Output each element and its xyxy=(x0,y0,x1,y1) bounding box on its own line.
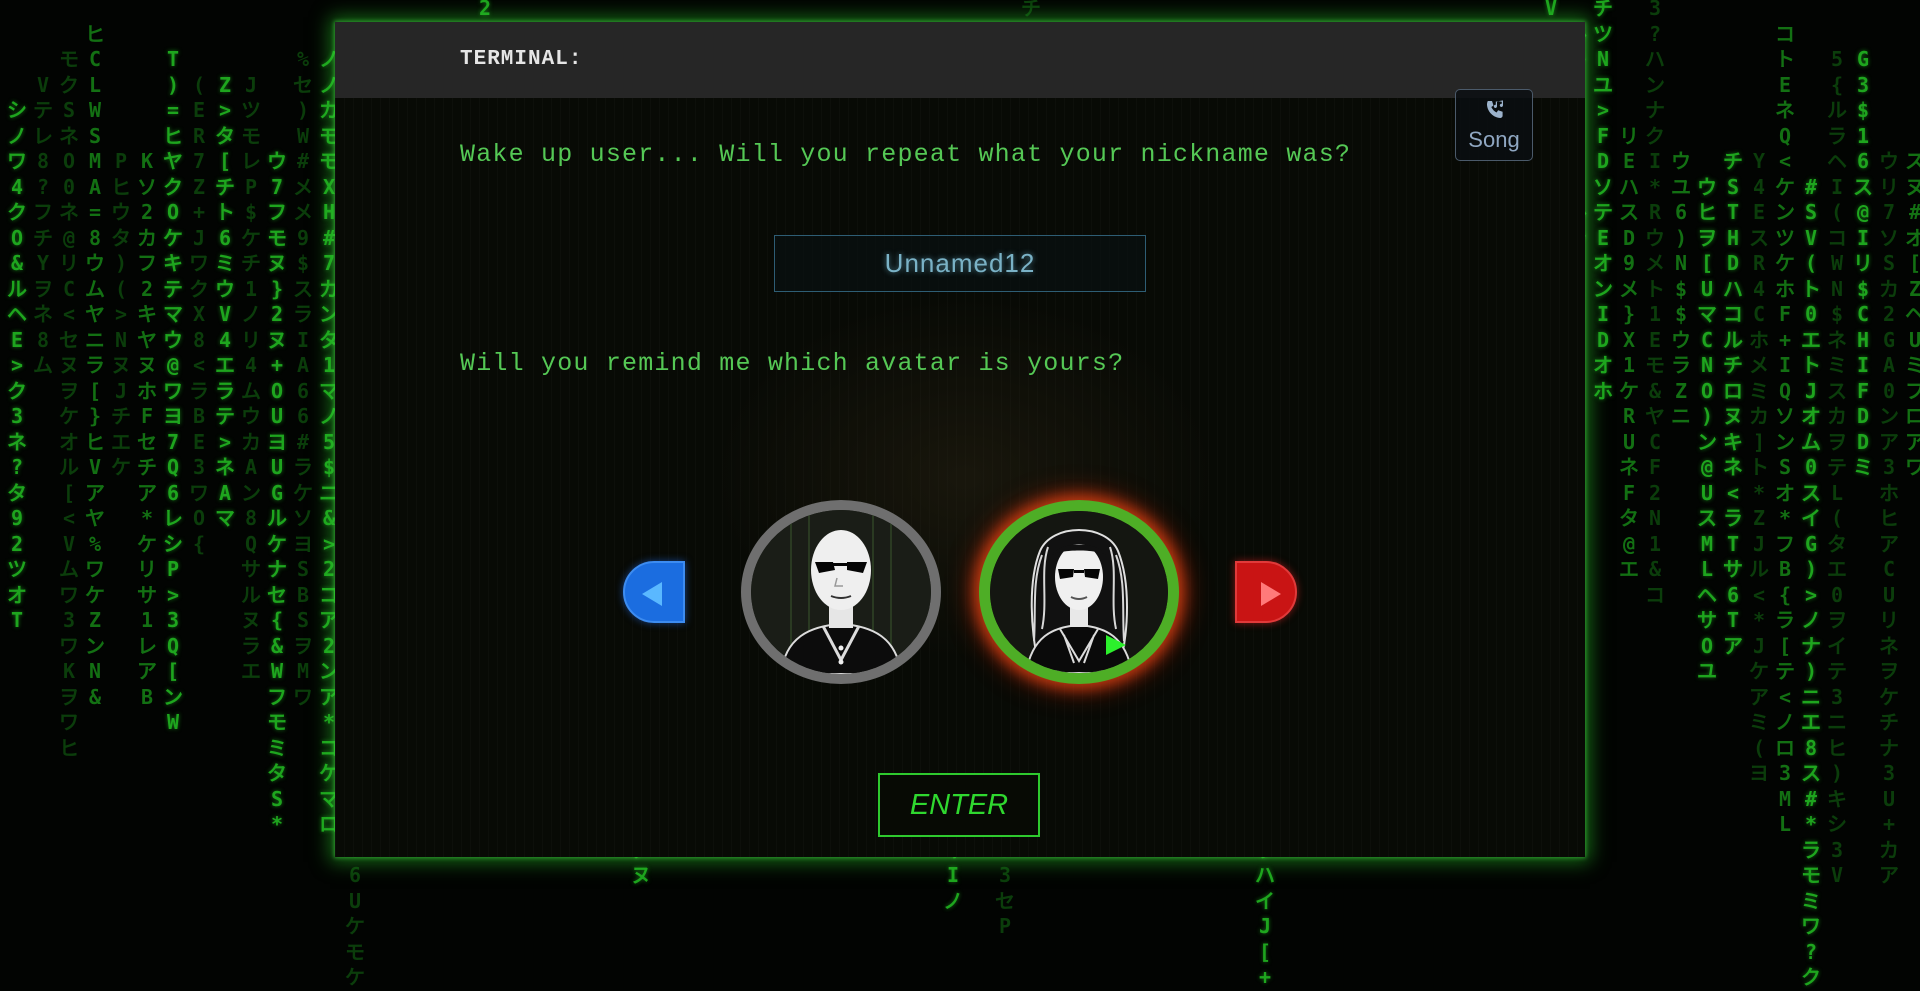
avatar-option-male[interactable] xyxy=(741,500,941,684)
song-button-label: Song xyxy=(1468,127,1520,152)
female-avatar-image xyxy=(990,511,1168,673)
terminal-window: TERMINAL: Song Wake up user... Will you … xyxy=(335,22,1585,857)
next-avatar-button[interactable] xyxy=(1235,561,1297,623)
phone-music-icon xyxy=(1487,100,1504,118)
arrow-left-icon xyxy=(642,582,662,606)
prev-avatar-button[interactable] xyxy=(623,561,685,623)
song-button[interactable]: Song xyxy=(1455,89,1533,161)
avatar-prompt: Will you remind me which avatar is yours… xyxy=(460,349,1125,378)
male-avatar-image xyxy=(751,510,931,674)
enter-button[interactable]: ENTER xyxy=(878,773,1040,837)
terminal-header: TERMINAL: xyxy=(335,22,1585,98)
terminal-title: TERMINAL: xyxy=(460,48,583,71)
nickname-input[interactable] xyxy=(774,235,1146,292)
avatar-option-female[interactable] xyxy=(979,500,1179,684)
arrow-right-icon xyxy=(1261,582,1281,606)
nickname-prompt: Wake up user... Will you repeat what you… xyxy=(460,140,1352,169)
